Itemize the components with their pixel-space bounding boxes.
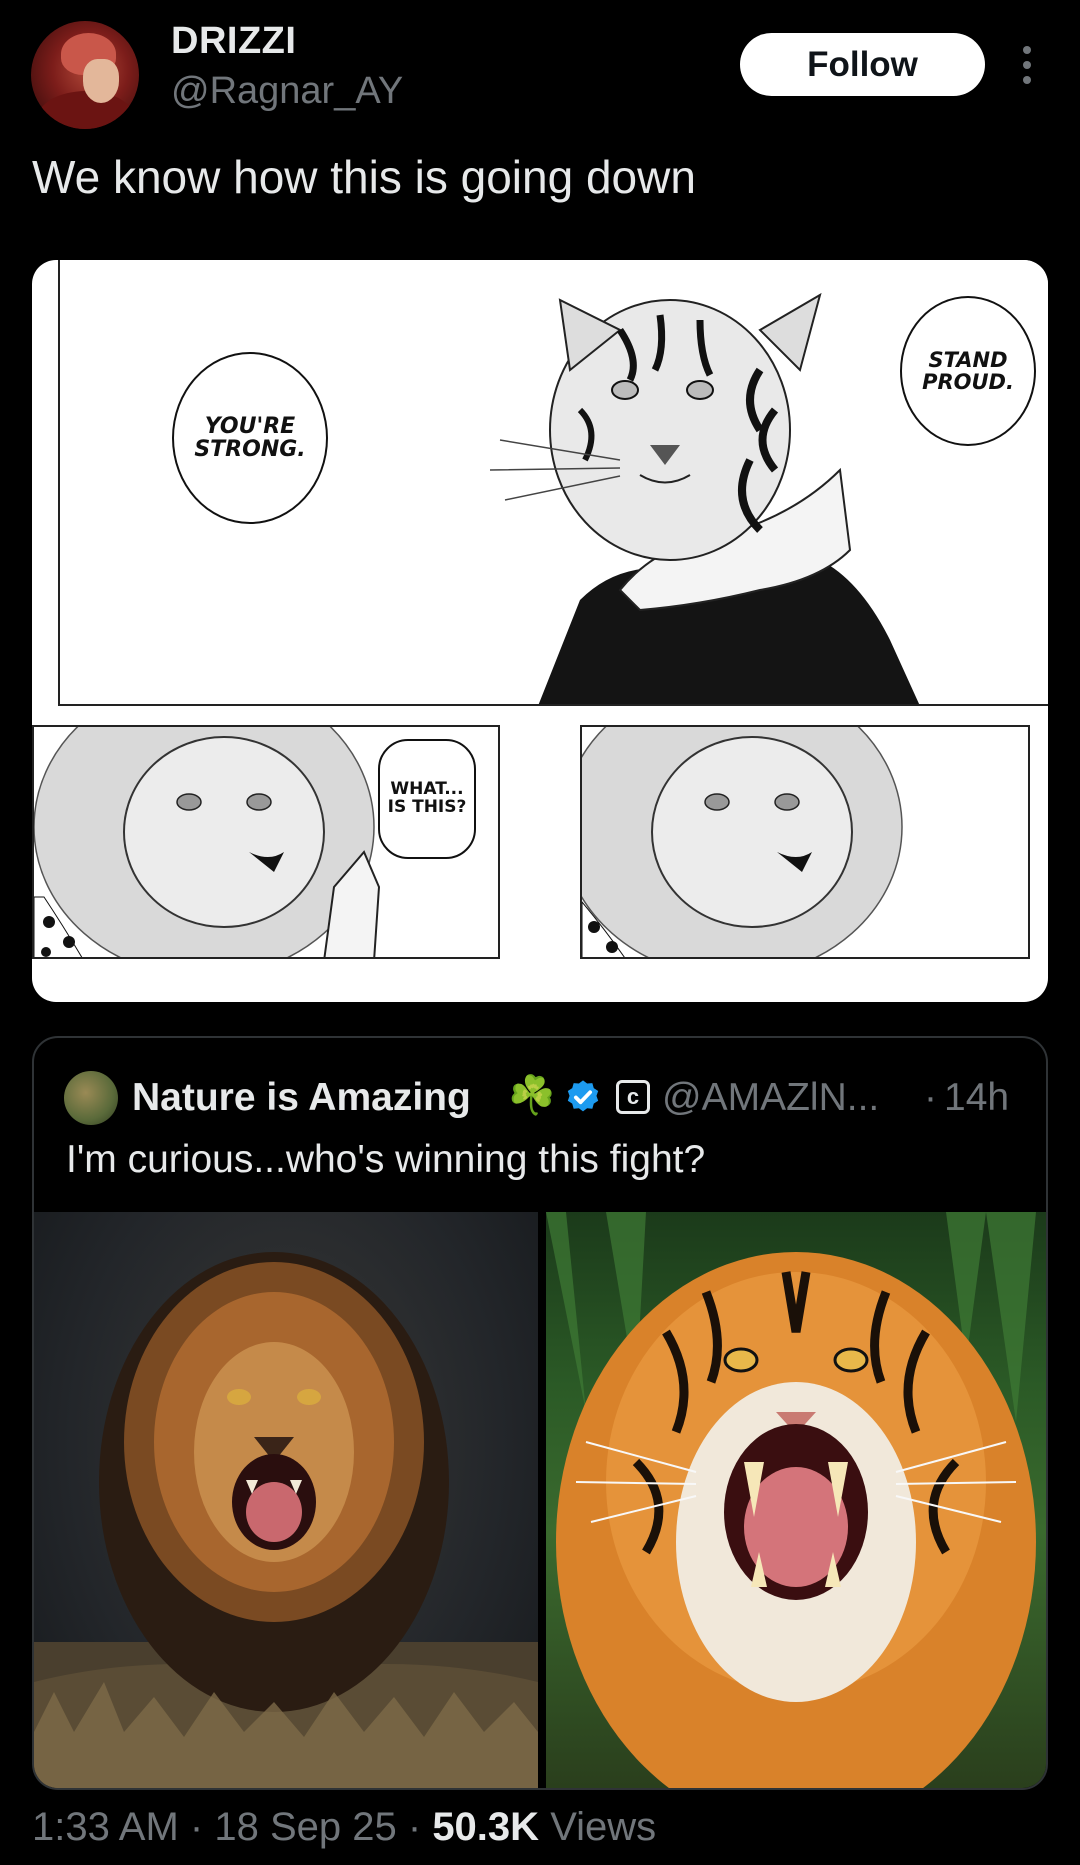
more-vertical-icon[interactable] [1015, 40, 1039, 90]
quoted-author-avatar[interactable] [64, 1071, 118, 1125]
author-display-name[interactable]: DRIZZI [171, 20, 296, 63]
views-count[interactable]: 50.3K [432, 1805, 539, 1849]
clover-icon: ☘️ [508, 1075, 556, 1117]
quoted-author-name[interactable]: Nature is Amazing [132, 1076, 471, 1120]
speech-bubble-youre-strong: YOU'RE STRONG. [172, 352, 328, 524]
author-handle[interactable]: @Ragnar_AY [171, 70, 403, 113]
tiger-photo-illustration [546, 1212, 1036, 1788]
meta-separator: · [189, 1805, 204, 1849]
avatar-cloak [36, 91, 136, 129]
avatar-face [83, 59, 119, 103]
tweet-meta: 1:33 AM · 18 Sep 25 · 50.3K Views [32, 1805, 656, 1850]
manga-image[interactable]: YOU'RE STRONG. STAND PROUD. WHAT... IS T… [32, 260, 1048, 1002]
manga-panel-lion-left: WHAT... IS THIS? [32, 725, 500, 959]
tweet-time[interactable]: 1:33 AM [32, 1805, 179, 1849]
quoted-timestamp[interactable]: 14h [944, 1076, 1009, 1120]
quoted-tweet-text: I'm curious...who's winning this fight? [66, 1138, 706, 1181]
tweet-text: We know how this is going down [32, 151, 696, 203]
follow-button[interactable]: Follow [740, 33, 985, 96]
manga-panel-tiger: YOU'RE STRONG. STAND PROUD. [58, 260, 1048, 706]
verified-badge-icon [567, 1080, 599, 1112]
tweet-date[interactable]: 18 Sep 25 [214, 1805, 396, 1849]
quoted-separator: · [924, 1076, 937, 1119]
views-label: Views [550, 1805, 657, 1849]
copyright-badge-icon: c [616, 1080, 650, 1114]
photo-divider [538, 1212, 546, 1788]
tiger-photo[interactable] [546, 1212, 1046, 1788]
lion-illustration-right [582, 727, 903, 957]
manga-panel-lion-right [580, 725, 1030, 959]
meta-separator: · [407, 1805, 422, 1849]
quoted-tweet[interactable]: Nature is Amazing ☘️ c @AMAZlN... · 14h … [32, 1036, 1048, 1790]
lion-photo[interactable] [34, 1212, 538, 1788]
speech-bubble-stand-proud: STAND PROUD. [900, 296, 1036, 446]
quoted-author-handle[interactable]: @AMAZlN... [662, 1076, 879, 1120]
author-avatar[interactable] [31, 21, 139, 129]
speech-bubble-what-is-this: WHAT... IS THIS? [378, 739, 476, 859]
lion-photo-illustration [34, 1252, 538, 1788]
